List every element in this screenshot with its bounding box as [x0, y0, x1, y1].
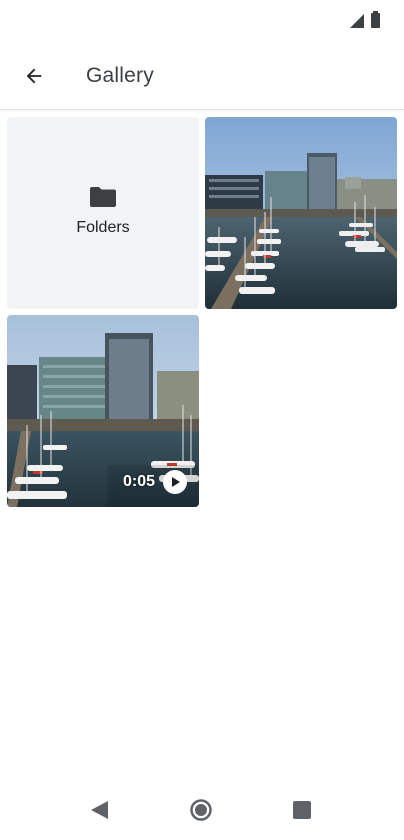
- system-nav-bar: [0, 790, 404, 840]
- page-title: Gallery: [86, 64, 154, 87]
- play-icon: [163, 470, 187, 494]
- signal-icon: [350, 14, 364, 28]
- app-bar: Gallery: [0, 40, 404, 110]
- status-bar: [0, 0, 404, 40]
- folders-tile-content: Folders: [7, 187, 199, 237]
- back-button[interactable]: [14, 56, 54, 96]
- folders-tile[interactable]: Folders: [7, 117, 199, 309]
- arrow-back-icon: [26, 68, 42, 84]
- nav-back-icon[interactable]: [90, 800, 110, 820]
- folders-label: Folders: [76, 219, 130, 236]
- photo-thumbnail[interactable]: [205, 117, 397, 309]
- battery-icon: [371, 11, 380, 28]
- nav-recents-icon[interactable]: [293, 801, 311, 819]
- nav-home-icon[interactable]: [190, 799, 212, 821]
- video-duration: 0:05: [123, 473, 156, 490]
- marina-photo: [205, 117, 397, 309]
- folder-icon: [90, 187, 116, 207]
- video-thumbnail[interactable]: 0:05: [7, 315, 199, 507]
